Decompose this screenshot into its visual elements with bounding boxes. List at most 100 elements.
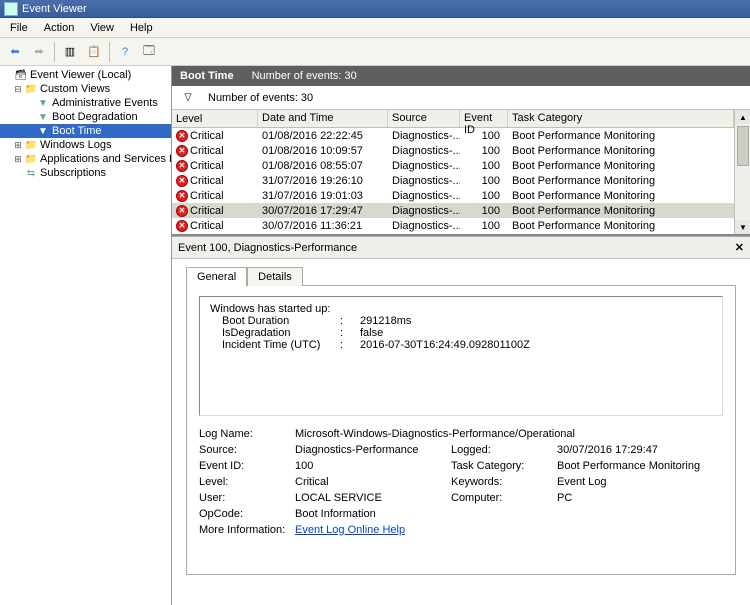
tree-boot-degradation[interactable]: ▼ Boot Degradation — [0, 110, 171, 124]
table-row[interactable]: ✕Critical31/07/2016 19:26:10Diagnostics-… — [172, 173, 734, 188]
menu-action[interactable]: Action — [36, 19, 83, 37]
scroll-down-button[interactable]: ▼ — [735, 220, 750, 234]
menu-help[interactable]: Help — [122, 19, 161, 37]
tree-app-services-logs[interactable]: ⊞ 📁 Applications and Services Logs — [0, 152, 171, 166]
table-row[interactable]: ✕Critical01/08/2016 10:09:57Diagnostics-… — [172, 143, 734, 158]
folder-icon: 📁 — [24, 152, 38, 166]
cell-source: Diagnostics-... — [388, 175, 460, 187]
tree-admin-events[interactable]: ▼ Administrative Events — [0, 96, 171, 110]
field-more-info-label: More Information: — [199, 524, 289, 536]
desc-colon: : — [340, 315, 360, 327]
col-source[interactable]: Source — [388, 110, 460, 127]
col-event-id[interactable]: Event ID — [460, 110, 508, 127]
cell-source: Diagnostics-... — [388, 145, 460, 157]
detail-title: Event 100, Diagnostics-Performance — [178, 242, 357, 254]
event-log-online-help-link[interactable]: Event Log Online Help — [295, 524, 723, 536]
cell-datetime: 31/07/2016 19:01:03 — [258, 190, 388, 202]
filter-view-icon: ▼ — [36, 96, 50, 110]
tree-root[interactable]: 🗃 Event Viewer (Local) — [0, 68, 171, 82]
cell-datetime: 01/08/2016 08:55:07 — [258, 160, 388, 172]
col-datetime[interactable]: Date and Time — [258, 110, 388, 127]
cell-datetime: 31/07/2016 19:26:10 — [258, 175, 388, 187]
field-level-label: Level: — [199, 476, 289, 488]
desc-row: IsDegradation : false — [210, 327, 712, 339]
cell-source: Diagnostics-... — [388, 205, 460, 217]
forward-button[interactable]: ➡ — [28, 41, 50, 63]
navigation-tree[interactable]: 🗃 Event Viewer (Local) ⊟ 📁 Custom Views … — [0, 66, 172, 605]
cell-datetime: 30/07/2016 11:36:21 — [258, 220, 388, 232]
menu-file[interactable]: File — [2, 19, 36, 37]
tab-general[interactable]: General — [186, 267, 247, 286]
tree-windows-logs[interactable]: ⊞ 📁 Windows Logs — [0, 138, 171, 152]
collapse-icon[interactable]: ⊟ — [12, 83, 24, 95]
event-viewer-icon: 🗃 — [14, 68, 28, 82]
col-task-category[interactable]: Task Category — [508, 110, 734, 127]
filter-view-icon: ▼ — [36, 124, 50, 138]
field-computer-label: Computer: — [451, 492, 551, 504]
field-logged-label: Logged: — [451, 444, 551, 456]
cell-source: Diagnostics-... — [388, 160, 460, 172]
desc-row: Incident Time (UTC) : 2016-07-30T16:24:4… — [210, 339, 712, 351]
field-log-name-value: Microsoft-Windows-Diagnostics-Performanc… — [295, 428, 723, 440]
expand-icon[interactable]: ⊞ — [12, 139, 24, 151]
field-source-value: Diagnostics-Performance — [295, 444, 445, 456]
table-row[interactable]: ✕Critical01/08/2016 08:55:07Diagnostics-… — [172, 158, 734, 173]
cell-event-id: 100 — [460, 130, 508, 142]
refresh-button[interactable]: 🗔 — [138, 41, 160, 63]
arrow-right-icon: ➡ — [34, 45, 43, 58]
tab-details[interactable]: Details — [247, 267, 303, 286]
tree-label: Subscriptions — [40, 167, 106, 179]
grid-scrollbar[interactable]: ▲ ▼ — [734, 110, 750, 234]
table-row[interactable]: ✕Critical30/07/2016 17:29:47Diagnostics-… — [172, 203, 734, 218]
field-logged-value: 30/07/2016 17:29:47 — [557, 444, 723, 456]
table-row[interactable]: ✕Critical31/07/2016 19:01:03Diagnostics-… — [172, 188, 734, 203]
field-task-cat-value: Boot Performance Monitoring — [557, 460, 723, 472]
cell-event-id: 100 — [460, 220, 508, 232]
col-level[interactable]: Level — [172, 110, 258, 127]
filter-icon[interactable]: ∇ — [180, 90, 196, 106]
cell-source: Diagnostics-... — [388, 130, 460, 142]
field-task-cat-label: Task Category: — [451, 460, 551, 472]
events-header-count: Number of events: 30 — [252, 70, 357, 82]
desc-val: false — [360, 327, 383, 339]
close-icon[interactable]: ✕ — [735, 241, 744, 254]
desc-colon: : — [340, 327, 360, 339]
events-grid[interactable]: Level Date and Time Source Event ID Task… — [172, 110, 734, 234]
error-icon: ✕ — [176, 205, 188, 217]
scroll-up-button[interactable]: ▲ — [735, 110, 750, 124]
menu-view[interactable]: View — [82, 19, 122, 37]
title-bar: Event Viewer — [0, 0, 750, 18]
table-row[interactable]: ✕Critical01/08/2016 22:22:45Diagnostics-… — [172, 128, 734, 143]
cell-source: Diagnostics-... — [388, 220, 460, 232]
error-icon: ✕ — [176, 145, 188, 157]
tree-subscriptions[interactable]: ⇆ Subscriptions — [0, 166, 171, 180]
tree-twisty[interactable] — [2, 69, 14, 81]
back-button[interactable]: ⬅ — [4, 41, 26, 63]
detail-body: General Details Windows has started up: … — [172, 259, 750, 605]
tree-label: Custom Views — [40, 83, 110, 95]
panel-icon: ▥ — [65, 45, 75, 58]
expand-icon[interactable]: ⊞ — [12, 153, 24, 165]
cell-datetime: 01/08/2016 10:09:57 — [258, 145, 388, 157]
table-row[interactable]: ✕Critical30/07/2016 11:36:21Diagnostics-… — [172, 218, 734, 233]
menu-bar: File Action View Help — [0, 18, 750, 38]
separator — [109, 42, 110, 62]
cell-task-category: Boot Performance Monitoring — [508, 145, 734, 157]
content-panel: Boot Time Number of events: 30 ∇ Number … — [172, 66, 750, 605]
properties-button[interactable]: 📋 — [83, 41, 105, 63]
cell-event-id: 100 — [460, 175, 508, 187]
filter-count: Number of events: 30 — [208, 92, 313, 104]
desc-val: 2016-07-30T16:24:49.092801100Z — [360, 339, 530, 351]
field-computer-value: PC — [557, 492, 723, 504]
desc-colon: : — [340, 339, 360, 351]
cell-event-id: 100 — [460, 205, 508, 217]
field-level-value: Critical — [295, 476, 445, 488]
tree-boot-time[interactable]: ▼ Boot Time — [0, 124, 171, 138]
tree-custom-views[interactable]: ⊟ 📁 Custom Views — [0, 82, 171, 96]
folder-icon: 📁 — [24, 82, 38, 96]
detail-tabs: General Details — [186, 267, 736, 286]
show-hide-tree-button[interactable]: ▥ — [59, 41, 81, 63]
scroll-thumb[interactable] — [737, 126, 749, 166]
cell-level: ✕Critical — [172, 145, 258, 157]
help-button[interactable]: ? — [114, 41, 136, 63]
